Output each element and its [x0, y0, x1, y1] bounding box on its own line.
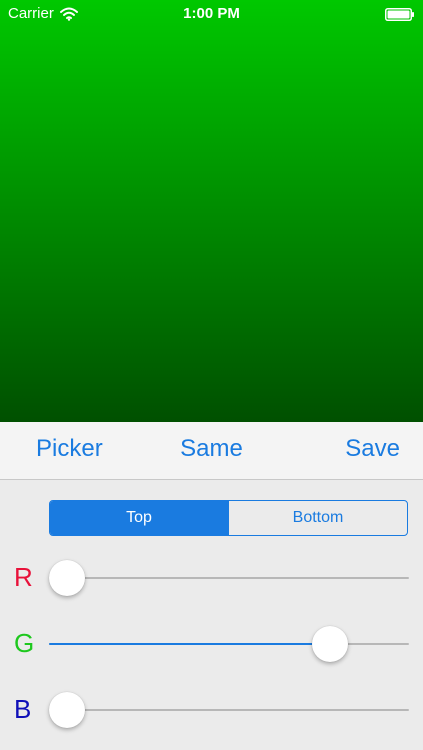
segment-top[interactable]: Top: [50, 501, 228, 535]
status-time: 1:00 PM: [183, 5, 240, 22]
battery-icon: [385, 8, 415, 21]
green-label: G: [14, 628, 35, 658]
slider-row-green: G: [0, 622, 423, 666]
blue-label: B: [14, 694, 32, 724]
gradient-preview: [0, 0, 423, 422]
top-bottom-segmented-control: Top Bottom: [49, 500, 408, 536]
red-label: R: [14, 562, 33, 592]
same-button[interactable]: Same: [180, 435, 243, 462]
green-slider-track[interactable]: [49, 643, 409, 645]
toolbar: Picker Same Save: [0, 422, 423, 480]
slider-row-blue: B: [0, 688, 423, 732]
slider-row-red: R: [0, 556, 423, 600]
status-bar: Carrier 1:00 PM: [0, 0, 423, 28]
screen: Carrier 1:00 PM Picker Same Save Top Bot…: [0, 0, 423, 750]
blue-slider-thumb[interactable]: [49, 692, 85, 728]
controls-panel: Top Bottom R G B: [0, 480, 423, 750]
save-button[interactable]: Save: [345, 435, 400, 463]
red-slider-track[interactable]: [49, 577, 409, 579]
green-slider-fill: [49, 643, 330, 645]
picker-button[interactable]: Picker: [36, 435, 103, 463]
segment-bottom[interactable]: Bottom: [228, 501, 407, 535]
blue-slider-track[interactable]: [49, 709, 409, 711]
green-slider-thumb[interactable]: [311, 626, 348, 662]
red-slider-thumb[interactable]: [49, 560, 85, 596]
